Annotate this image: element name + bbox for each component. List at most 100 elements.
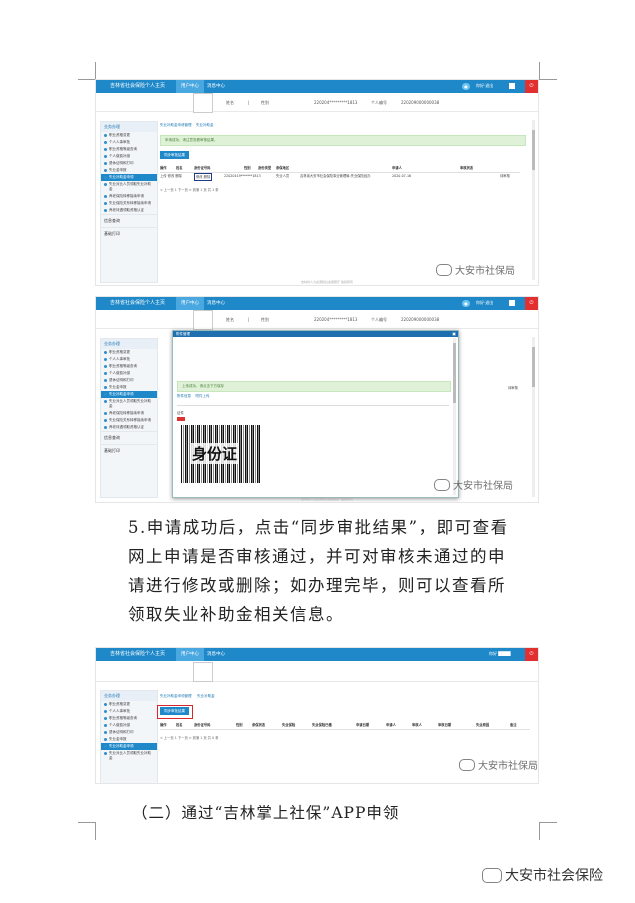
sidebar-header[interactable]: 业务办理 [101, 691, 157, 701]
sidebar-item[interactable]: 失业对比人员领取失业补助金 [101, 181, 157, 193]
pagination[interactable]: < 上一页 1 下一页 > 到第 1 页 共 1 条 [160, 187, 219, 192]
sidebar-item[interactable]: 失业金申报 [101, 384, 157, 391]
sidebar-item-selected[interactable]: 失业补助金申领 [101, 174, 157, 181]
cell: 2020-07-16 [392, 174, 412, 178]
sidebar-section[interactable]: 信息查询 [101, 214, 157, 227]
pagination[interactable]: < 上一页 1 下一页 > 到第 1 页 共 0 条 [160, 735, 219, 740]
crop-mark [539, 62, 540, 80]
crumb[interactable]: 失业补助金 [197, 694, 215, 698]
col-header: 姓名 [176, 166, 183, 170]
sidebar-header[interactable]: 业务办理 [101, 339, 157, 349]
sidebar-item[interactable]: 退休证明和打印 [101, 377, 157, 384]
sidebar-item-selected[interactable]: 失业补助金申领 [101, 743, 157, 750]
attachment-modal: 附件管理 ▣ 上传成功，请点击下方保存 附件信息 附件上传 证件 身份证 [172, 330, 459, 498]
sidebar-item[interactable]: 失业保险关系转移接续申请 [101, 200, 157, 207]
id-number: 220204*********1813 [314, 317, 358, 322]
watermark-text: 大安市社保局 [453, 481, 513, 492]
col-header: 身份证号码 [194, 166, 211, 170]
power-icon[interactable]: ⏻ [525, 297, 538, 310]
screenshot-2: 吉林省社会保险个人主页 用户中心 消息中心 ● 你好·退出 ⏻ 姓名 | 性别 … [96, 297, 538, 502]
sidebar-item[interactable]: 个人缴费补缴 [101, 153, 157, 160]
sidebar-item[interactable]: 职业资格等级查询 [101, 715, 157, 722]
modal-scrollbar[interactable] [453, 338, 456, 495]
personal-no-label: 个人编号 [371, 100, 387, 105]
tab-message-center[interactable]: 消息中心 [202, 297, 230, 310]
scrollbar[interactable] [532, 337, 535, 497]
chat-icon[interactable]: ● [462, 83, 470, 90]
sidebar-item[interactable]: 职业资格等级查询 [101, 146, 157, 153]
close-icon[interactable]: ▣ [452, 331, 456, 337]
sidebar-item[interactable]: 个人人事审批 [101, 356, 157, 363]
main-content: 失业补助金申请管理 失业补助金 申请成功，请注意查看审核结果。 同步审批结果 操… [160, 121, 530, 271]
tab-attachment-info[interactable]: 附件信息 [177, 394, 191, 398]
crumb[interactable]: 失业补助金 [196, 123, 214, 127]
sidebar-item[interactable]: 退休证明和打印 [101, 729, 157, 736]
sidebar-item[interactable]: 养老待遇领取资格认证 [101, 424, 157, 431]
crumb[interactable]: 失业补助金申请管理 [160, 123, 192, 127]
watermark: 大安市社保局 [459, 757, 538, 772]
user-name[interactable]: 你好 ████ [489, 651, 511, 657]
power-icon[interactable]: ⏻ [525, 80, 538, 93]
top-bar: 吉林省社会保险个人主页 用户中心 消息中心 你好 ████ ⏻ [96, 648, 538, 661]
col-header: 审核日期 [438, 723, 452, 727]
sidebar-item[interactable]: 失业金申报 [101, 736, 157, 743]
sidebar-item[interactable]: 个人缴费补缴 [101, 722, 157, 729]
sidebar-item[interactable]: 职业资格变更 [101, 701, 157, 708]
tab-user-center[interactable]: 用户中心 [176, 297, 204, 310]
col-header: 审核状态 [460, 166, 474, 170]
scrollbar[interactable] [532, 120, 535, 280]
sidebar-item[interactable]: 个人人事审批 [101, 139, 157, 146]
crumb[interactable]: 失业补助金申领管理 [160, 694, 192, 698]
sidebar-item-selected[interactable]: 失业补助金申领 [101, 391, 157, 398]
row-actions[interactable]: 上传 修改 删除 [160, 173, 182, 180]
sidebar-item[interactable]: 养老保险转移接续申请 [101, 193, 157, 200]
sync-approval-button[interactable]: 同步审批结果 [160, 707, 189, 715]
col-header: 性别 [236, 723, 243, 727]
menu-grid-icon[interactable] [509, 83, 515, 89]
col-header: 申请日期 [356, 723, 370, 727]
status-text: 待审核 [508, 386, 518, 390]
sidebar-section[interactable]: 基础打印 [101, 227, 157, 240]
crop-mark [539, 822, 557, 823]
tab-user-center[interactable]: 用户中心 [176, 648, 204, 661]
power-icon[interactable]: ⏻ [525, 648, 538, 661]
sync-approval-button[interactable]: 同步审批结果 [160, 151, 189, 159]
col-header: 身份证号码 [194, 723, 211, 727]
sidebar-item[interactable]: 职业资格等级查询 [101, 363, 157, 370]
sidebar-item[interactable]: 养老待遇领取资格认证 [101, 207, 157, 214]
background-status: 待审核 [456, 385, 536, 392]
sidebar-item[interactable]: 退休证明和打印 [101, 160, 157, 167]
sidebar-item[interactable]: 个人缴费补缴 [101, 370, 157, 377]
sidebar-item[interactable]: 养老保险转移接续申请 [101, 410, 157, 417]
cell: 22020419*******1813 [224, 174, 261, 178]
cell: 吉林省大安市社会保险事业管理局-失业保险经办 [300, 174, 371, 178]
chat-icon[interactable]: ● [462, 300, 470, 307]
sidebar-section[interactable]: 基础打印 [101, 444, 157, 457]
separator: | [248, 317, 250, 322]
sidebar-item[interactable]: 失业对比人员领取失业补助金 [101, 750, 157, 762]
user-name[interactable]: 你好·退出 [476, 300, 493, 306]
sidebar-item[interactable]: 职业资格变更 [101, 132, 157, 139]
watermark-text: 大安市社保局 [455, 266, 515, 277]
watermark-text: 大安市社保局 [478, 761, 538, 772]
sidebar-header[interactable]: 业务办理 [101, 122, 157, 132]
tab-attachment-upload[interactable]: 附件上传 [195, 394, 209, 398]
sidebar-item[interactable]: 个人人事审批 [101, 708, 157, 715]
menu-grid-icon[interactable] [509, 300, 515, 306]
user-name[interactable]: 你好·退出 [476, 83, 493, 89]
personal-no: 220209000000038 [401, 317, 440, 322]
highlighted-actions[interactable]: 修改 删除 [194, 173, 213, 181]
sidebar-item[interactable]: 失业金申报 [101, 167, 157, 174]
col-header: 参保状态 [252, 723, 266, 727]
tab-user-center[interactable]: 用户中心 [176, 80, 204, 93]
sidebar-item[interactable]: 职业资格变更 [101, 349, 157, 356]
tab-message-center[interactable]: 消息中心 [202, 80, 230, 93]
tab-message-center[interactable]: 消息中心 [202, 648, 230, 661]
cell: 待审核 [500, 174, 510, 178]
sidebar-section[interactable]: 信息查询 [101, 431, 157, 444]
sidebar-item[interactable]: 失业保险关系转移接续申请 [101, 417, 157, 424]
col-header: 操作 [160, 166, 167, 170]
crop-mark [95, 822, 96, 840]
sidebar-item[interactable]: 失业对比人员领取失业补助金 [101, 398, 157, 410]
table-header: 操作 姓名 身份证号码 性别 参保状态 失业保险 失业保险已缴 申请日期 申请人… [160, 722, 530, 730]
